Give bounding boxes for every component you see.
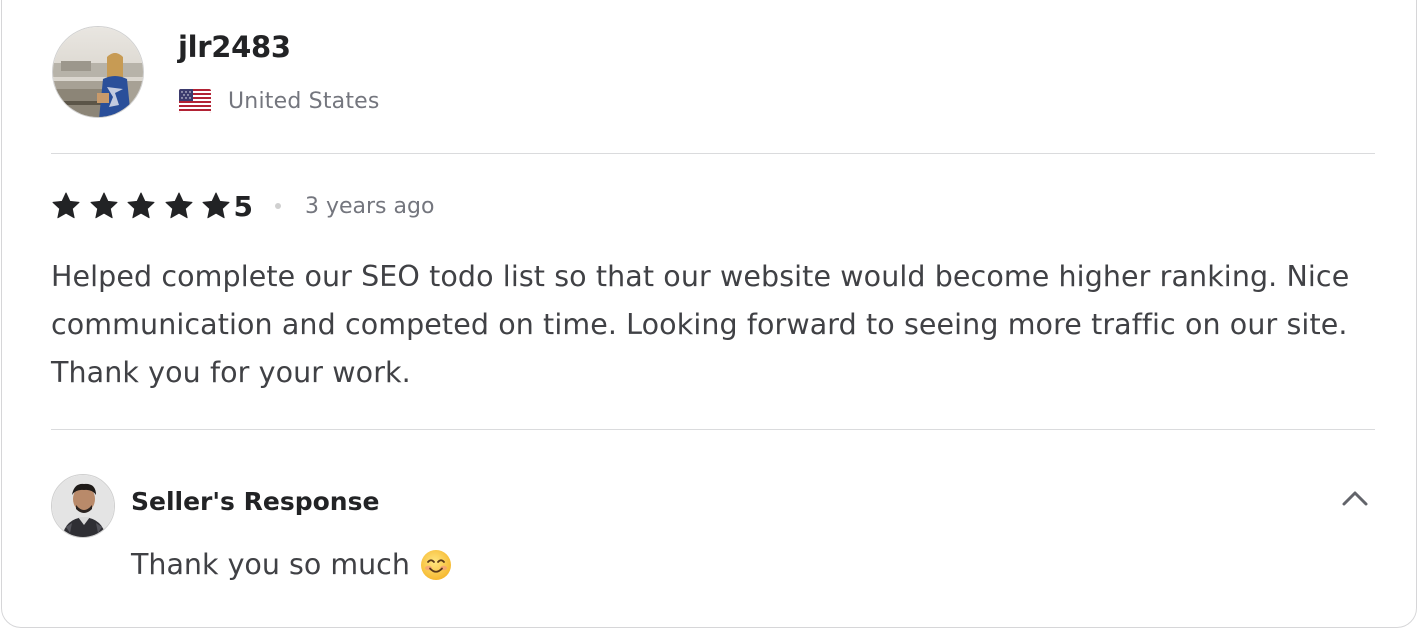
smiling-face-emoji <box>420 549 451 580</box>
seller-response-title: Seller's Response <box>131 487 380 516</box>
separator-dot <box>274 203 281 209</box>
review-text: Helped complete our SEO todo list so tha… <box>51 260 1350 389</box>
reviewer-avatar[interactable] <box>52 26 144 118</box>
header-divider <box>51 153 1375 154</box>
collapse-response-button[interactable] <box>1336 480 1374 516</box>
star-icon <box>52 192 80 219</box>
reviewer-country: United States <box>228 88 380 114</box>
response-divider <box>51 429 1375 430</box>
reviewer-username[interactable]: jlr2483 <box>178 30 291 64</box>
chevron-up-icon <box>1342 491 1368 506</box>
seller-response-text: Thank you so much <box>131 548 410 581</box>
star-icon <box>127 192 155 219</box>
review-time-ago: 3 years ago <box>304 193 435 219</box>
star-rating <box>51 191 239 221</box>
rating-score: 5 <box>233 189 253 223</box>
star-icon <box>202 192 230 219</box>
star-icon <box>90 192 117 219</box>
rating-row: 5 3 years ago <box>51 186 434 226</box>
us-flag-icon <box>179 89 211 113</box>
reviewer-country-row: United States <box>179 86 380 116</box>
seller-response-text-row: Thank you so much <box>131 548 452 581</box>
reviewer-avatar-image <box>53 27 143 117</box>
seller-avatar-image <box>52 475 114 537</box>
star-icon <box>165 192 192 219</box>
seller-avatar[interactable] <box>51 474 115 538</box>
